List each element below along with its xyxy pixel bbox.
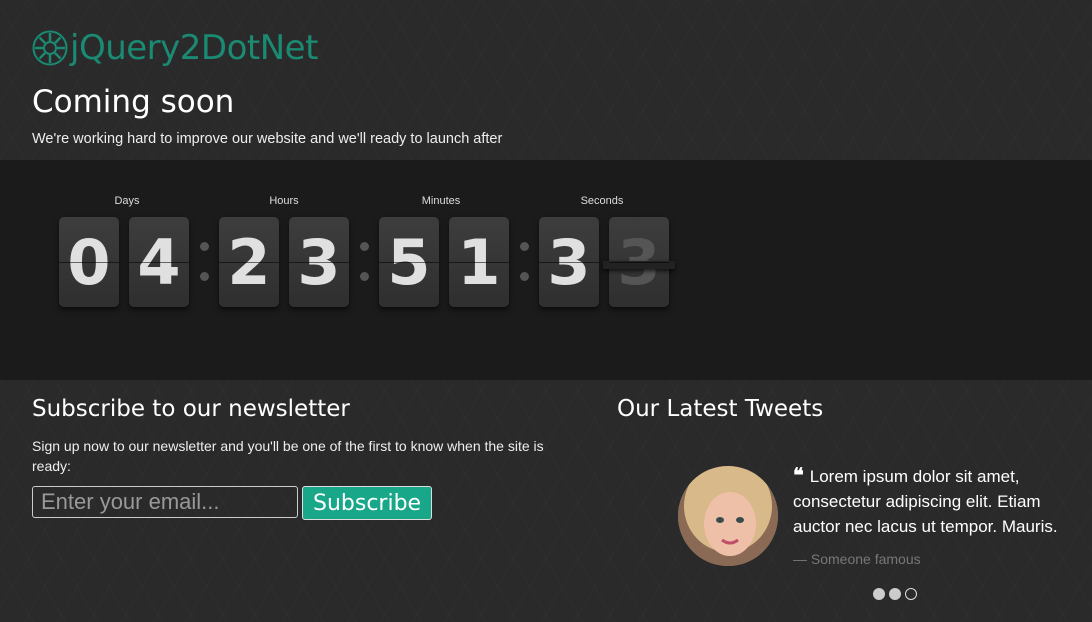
- logo[interactable]: jQuery2DotNet: [32, 26, 318, 70]
- newsletter-title: Subscribe to our newsletter: [32, 396, 350, 422]
- minutes-digit-1: 5: [379, 217, 439, 307]
- separator-dot: [360, 242, 369, 251]
- carousel-dot-active[interactable]: [905, 588, 917, 600]
- seconds-digit-1: 3: [539, 217, 599, 307]
- days-digit-2: 4: [129, 217, 189, 307]
- flip-flap: [603, 261, 675, 269]
- newsletter-text: Sign up now to our newsletter and you'll…: [32, 438, 544, 474]
- avatar-image: [678, 466, 778, 566]
- tweets-section: Our Latest Tweets ❝ Lorem ipsum dolor sit…: [617, 396, 1087, 600]
- newsletter-section: Subscribe to our newsletter Sign up now …: [32, 396, 592, 520]
- seconds-label: Seconds: [580, 195, 624, 207]
- minutes-digit-2: 1: [449, 217, 509, 307]
- seconds-digit-2-value: 3: [617, 225, 661, 299]
- separator-dot: [360, 272, 369, 281]
- email-field[interactable]: [32, 486, 298, 518]
- tweet-author: — Someone famous: [793, 551, 921, 567]
- newsletter-form: Subscribe: [32, 486, 433, 520]
- hours-digit-2: 3: [289, 217, 349, 307]
- tweet-text: Lorem ipsum dolor sit amet, consectetur …: [793, 467, 1058, 536]
- separator-dot: [200, 272, 209, 281]
- separator-dot: [520, 242, 529, 251]
- days-digit-1: 0: [59, 217, 119, 307]
- separator-dot: [520, 272, 529, 281]
- hours-digit-1: 2: [219, 217, 279, 307]
- avatar: [678, 466, 778, 566]
- subscribe-button[interactable]: Subscribe: [302, 486, 433, 520]
- carousel-dots: [873, 588, 917, 600]
- page-subtitle: We're working hard to improve our websit…: [32, 131, 503, 147]
- days-label: Days: [114, 195, 140, 207]
- seconds-digit-2: 3: [603, 217, 675, 307]
- empire-icon: [32, 30, 68, 66]
- tweets-title: Our Latest Tweets: [617, 396, 824, 422]
- brand-name: jQuery2DotNet: [70, 28, 318, 68]
- minutes-label: Minutes: [421, 195, 461, 207]
- countdown: Days Hours Minutes Seconds 0 4 2 3 5 1 3…: [0, 160, 1092, 380]
- quote-icon: ❝: [793, 465, 804, 487]
- hours-label: Hours: [269, 195, 299, 207]
- carousel-dot[interactable]: [889, 588, 901, 600]
- separator-dot: [200, 242, 209, 251]
- carousel-dot[interactable]: [873, 588, 885, 600]
- page-title: Coming soon: [32, 84, 235, 120]
- tweet-quote: ❝ Lorem ipsum dolor sit amet, consectetur…: [793, 464, 1083, 539]
- header: jQuery2DotNet: [32, 26, 318, 70]
